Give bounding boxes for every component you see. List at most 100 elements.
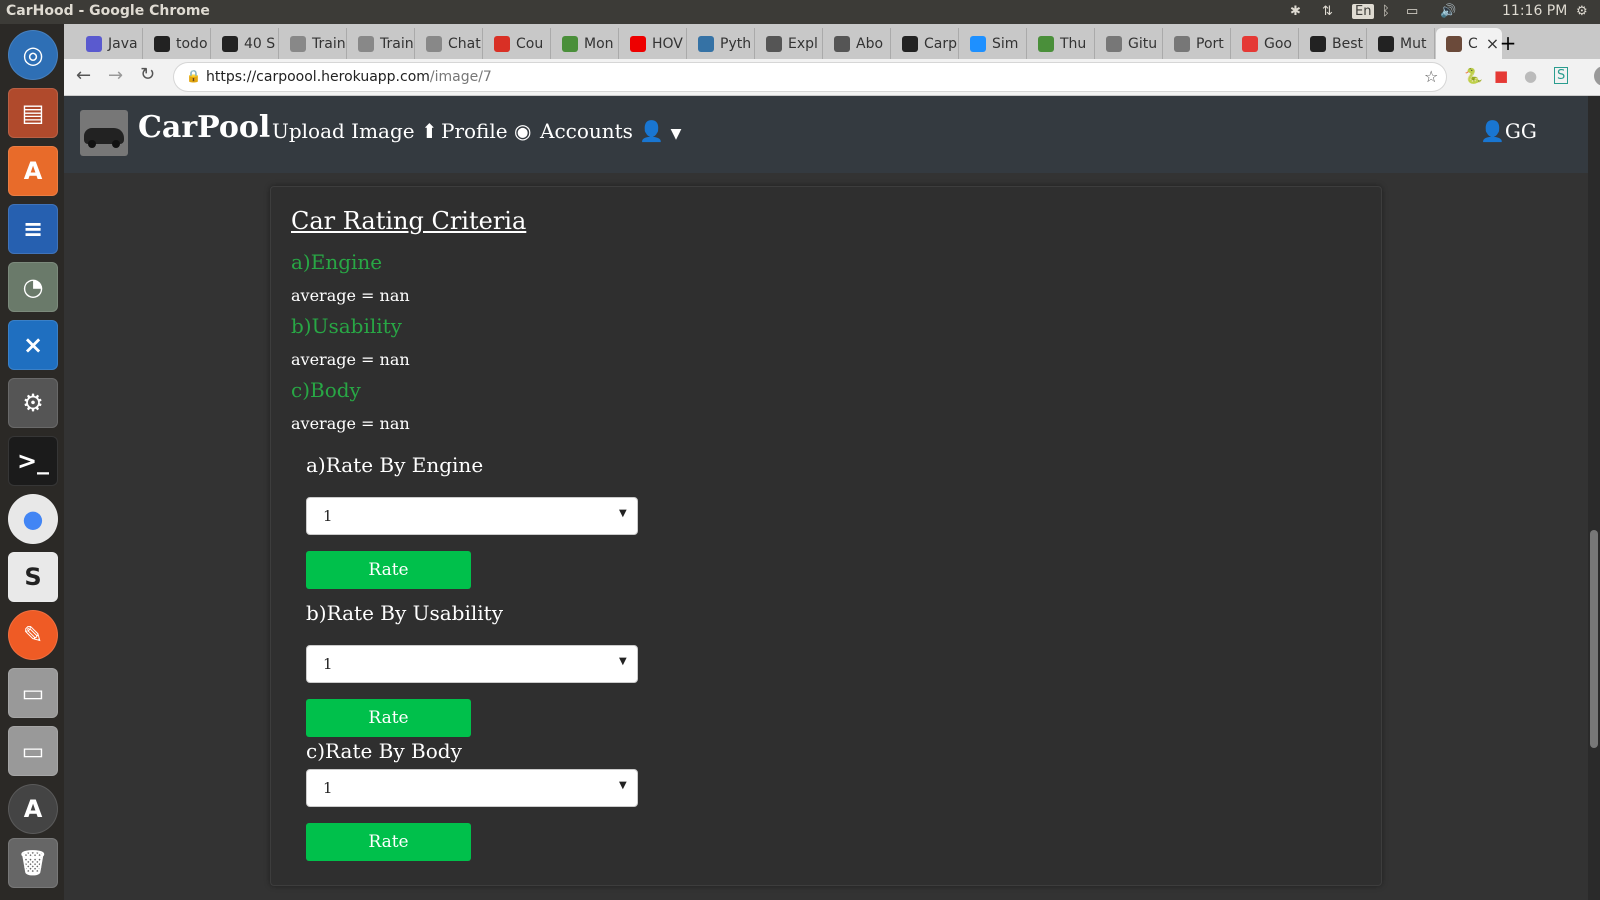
tab-favicon-icon: [834, 35, 850, 52]
browser-tab[interactable]: Mon: [552, 28, 619, 59]
rate-engine-select[interactable]: 1 ▼: [306, 497, 638, 535]
select-caret-icon: ▼: [619, 508, 627, 519]
tab-label: Pyth: [720, 35, 752, 52]
browser-tab[interactable]: Gitu: [1096, 28, 1163, 59]
python-extension-icon[interactable]: 🐍: [1464, 67, 1483, 85]
tab-favicon-icon: [1378, 35, 1394, 52]
vscode-icon[interactable]: ⨯: [8, 320, 58, 370]
rate-body-button[interactable]: Rate: [306, 823, 471, 861]
criterion-engine-title: a)Engine: [291, 250, 383, 274]
battery-icon[interactable]: ▭: [1406, 4, 1418, 19]
rate-body-select[interactable]: 1 ▼: [306, 769, 638, 807]
browser-tab[interactable]: Expl: [756, 28, 823, 59]
slack-icon[interactable]: S: [8, 552, 58, 602]
lock-icon[interactable]: 🔒: [186, 69, 201, 83]
browser-tab[interactable]: Goo: [1232, 28, 1299, 59]
s-extension-icon[interactable]: S: [1554, 67, 1569, 84]
tab-label: Mut: [1400, 35, 1427, 52]
system-menu-gear-icon[interactable]: ⚙: [1576, 4, 1588, 19]
file-manager-icon[interactable]: ▤: [8, 88, 58, 138]
tab-favicon-icon: [766, 35, 782, 52]
tab-label: Mon: [584, 35, 614, 52]
tab-favicon-icon: [358, 35, 374, 52]
nav-profile-label: Profile: [441, 119, 508, 143]
drive-icon[interactable]: ▭: [8, 668, 58, 718]
brand-name[interactable]: CarPool: [138, 110, 270, 145]
browser-tab[interactable]: 40 S: [212, 28, 279, 59]
tab-favicon-icon: [1242, 35, 1258, 52]
nav-upload-image[interactable]: Upload Image ⬆: [272, 119, 438, 143]
browser-tab[interactable]: Train: [348, 28, 415, 59]
ubuntu-launcher: ◎ ▤ A ≡ ◔ ⨯ ⚙ >_ ● S ✎ ▭ ▭ A 🗑: [0, 24, 64, 900]
select-caret-icon: ▼: [619, 656, 627, 667]
user-icon: 👤: [1480, 119, 1505, 143]
settings-tray-icon[interactable]: ✱: [1290, 4, 1301, 19]
tab-label: todo: [176, 35, 208, 52]
browser-tab[interactable]: Abo: [824, 28, 891, 59]
browser-tab[interactable]: Thu: [1028, 28, 1095, 59]
system-settings-icon[interactable]: ⚙: [8, 378, 58, 428]
browser-tab[interactable]: Best: [1300, 28, 1367, 59]
user-cog-icon: 👤: [639, 119, 665, 143]
browser-tab[interactable]: todo: [144, 28, 211, 59]
ubuntu-dash-icon[interactable]: ◎: [8, 30, 58, 80]
new-tab-button[interactable]: +: [1492, 28, 1524, 59]
volume-icon[interactable]: 🔊: [1440, 4, 1456, 19]
rate-engine-label: a)Rate By Engine: [306, 453, 484, 477]
recorder-extension-icon[interactable]: ■: [1494, 67, 1508, 85]
criterion-usability-average: average = nan: [291, 350, 410, 369]
chrome-icon[interactable]: ●: [8, 494, 58, 544]
tab-label: Abo: [856, 35, 884, 52]
clock[interactable]: 11:16 PM: [1502, 3, 1567, 19]
postman-icon[interactable]: ✎: [8, 610, 58, 660]
criterion-body-title: c)Body: [291, 378, 361, 402]
profile-avatar[interactable]: G: [1594, 66, 1600, 86]
browser-tab[interactable]: Mut: [1368, 28, 1435, 59]
browser-tab[interactable]: Pyth: [688, 28, 755, 59]
rate-engine-value: 1: [323, 507, 333, 525]
writer-document-icon[interactable]: ≡: [8, 204, 58, 254]
browser-tab-strip: Java todo 40 S Train Train Chat Cou Mon HOV Pyth E…: [64, 24, 1600, 59]
nav-profile[interactable]: Profile ◉: [441, 119, 531, 143]
reload-icon[interactable]: ↻: [140, 64, 155, 85]
browser-tab[interactable]: Sim: [960, 28, 1027, 59]
scrollbar-thumb[interactable]: [1590, 530, 1598, 748]
tab-label: 40 S: [244, 35, 276, 52]
rate-engine-button[interactable]: Rate: [306, 551, 471, 589]
brand-logo-car-image[interactable]: [80, 110, 128, 156]
browser-tab[interactable]: Port: [1164, 28, 1231, 59]
terminal-icon[interactable]: >_: [8, 436, 58, 486]
url-path: /image/7: [429, 69, 492, 85]
disk-usage-icon[interactable]: ◔: [8, 262, 58, 312]
circle-extension-icon[interactable]: ●: [1524, 67, 1537, 85]
nav-upload-label: Upload Image: [272, 119, 415, 143]
tab-favicon-icon: [630, 35, 646, 52]
tab-favicon-icon: [1038, 35, 1054, 52]
tab-label: Best: [1332, 35, 1364, 52]
software-center-icon[interactable]: A: [8, 146, 58, 196]
browser-tab[interactable]: Java: [76, 28, 143, 59]
page-scrollbar[interactable]: [1588, 96, 1600, 900]
tab-label: Goo: [1264, 35, 1292, 52]
rate-usability-select[interactable]: 1 ▼: [306, 645, 638, 683]
address-bar[interactable]: 🔒 https://carpoool.herokuapp.com/image/7…: [174, 63, 1446, 91]
rate-usability-button[interactable]: Rate: [306, 699, 471, 737]
browser-tab[interactable]: Carp: [892, 28, 959, 59]
nav-user-menu[interactable]: 👤GG: [1480, 119, 1537, 143]
back-arrow-icon[interactable]: ←: [76, 65, 91, 86]
tab-label: Chat: [448, 35, 481, 52]
network-icon[interactable]: ⇅: [1322, 4, 1333, 19]
rate-usability-label: b)Rate By Usability: [306, 601, 504, 625]
browser-tab[interactable]: Chat: [416, 28, 483, 59]
forward-arrow-icon[interactable]: →: [108, 65, 123, 86]
trash-icon[interactable]: 🗑: [8, 838, 58, 888]
software-updater-icon[interactable]: A: [8, 784, 58, 834]
bookmark-star-icon[interactable]: ☆: [1424, 67, 1438, 86]
drive-icon-2[interactable]: ▭: [8, 726, 58, 776]
keyboard-layout-indicator[interactable]: En: [1352, 4, 1375, 19]
browser-tab[interactable]: HOV: [620, 28, 687, 59]
nav-accounts-dropdown[interactable]: Accounts 👤 ▼: [540, 119, 681, 143]
browser-tab[interactable]: Cou: [484, 28, 551, 59]
bluetooth-icon[interactable]: ᛒ: [1382, 4, 1390, 19]
browser-tab[interactable]: Train: [280, 28, 347, 59]
